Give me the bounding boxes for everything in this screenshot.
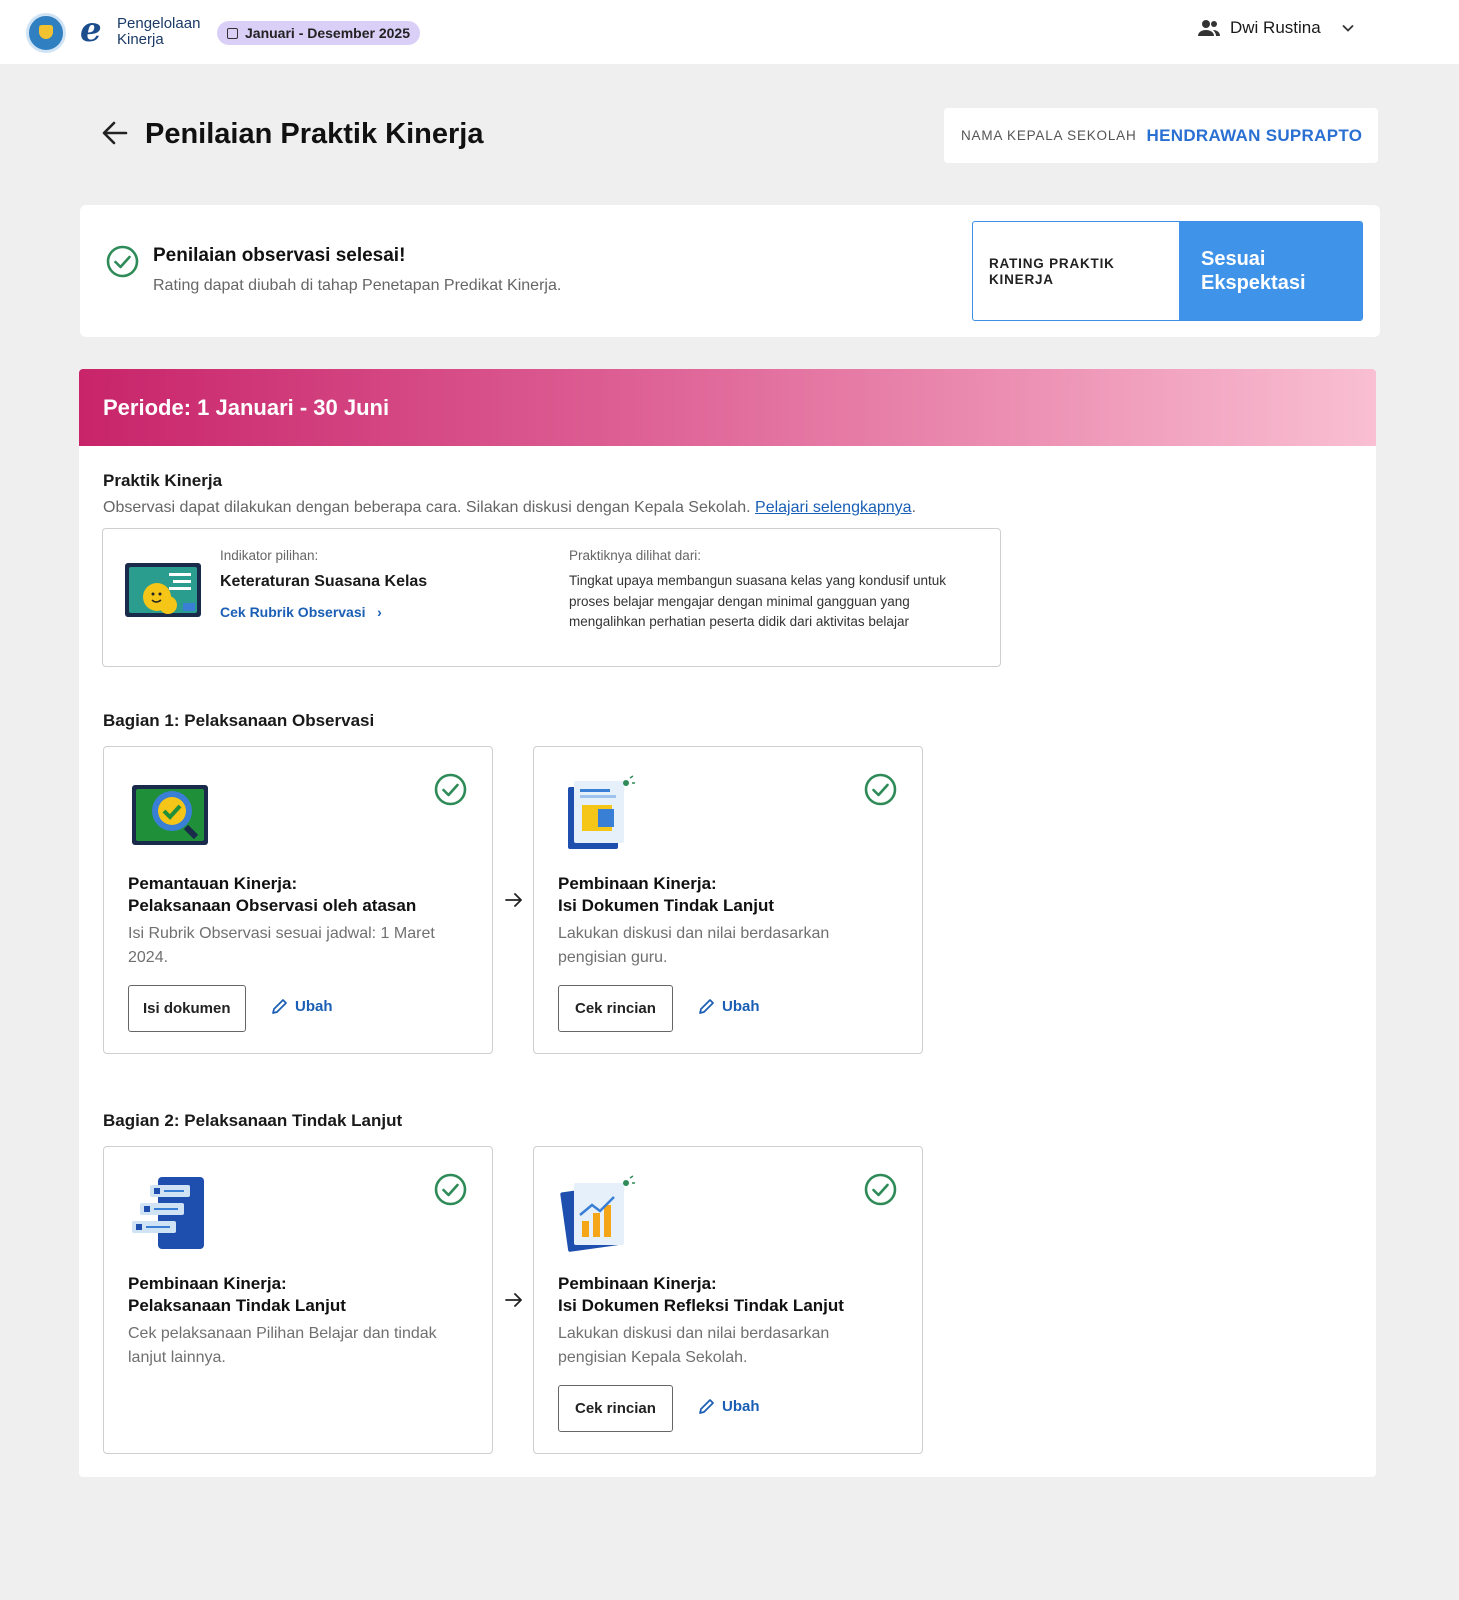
- bagian2-title: Bagian 2: Pelaksanaan Tindak Lanjut: [103, 1111, 403, 1130]
- edit-button[interactable]: Ubah: [698, 998, 760, 1015]
- ministry-emblem-icon: [26, 13, 66, 53]
- period-banner: Periode: 1 Januari - 30 Juni: [79, 369, 1376, 446]
- rating-value: Sesuai Ekspektasi: [1179, 222, 1362, 320]
- step-title-line1: Pembinaan Kinerja:: [128, 1274, 287, 1293]
- rubric-link[interactable]: Cek Rubrik Observasi ›: [220, 604, 382, 620]
- seen-label: Praktiknya dilihat dari:: [569, 548, 702, 563]
- period-banner-title: Periode: 1 Januari - 30 Juni: [103, 394, 390, 420]
- step-desc: Isi Rubrik Observasi sesuai jadwal: 1 Ma…: [128, 925, 435, 966]
- principal-info: NAMA KEPALA SEKOLAH HENDRAWAN SUPRAPTO: [944, 108, 1378, 163]
- check-circle-icon: [864, 773, 897, 806]
- calendar-icon: [227, 27, 238, 39]
- principal-name: HENDRAWAN SUPRAPTO: [1146, 125, 1363, 145]
- edit-label: Ubah: [722, 1398, 760, 1415]
- step-title-line2: Pelaksanaan Observasi oleh atasan: [128, 896, 417, 915]
- fill-document-button[interactable]: Isi dokumen: [128, 985, 246, 1032]
- step-title: Pemantauan Kinerja: Pelaksanaan Observas…: [128, 873, 478, 917]
- step-title-line2: Isi Dokumen Tindak Lanjut: [558, 896, 774, 915]
- arrow-right-icon: [505, 1293, 522, 1307]
- chevron-right-icon: ›: [369, 604, 382, 620]
- status-card: Penilaian observasi selesai! Rating dapa…: [80, 205, 1380, 337]
- period-badge[interactable]: Januari - Desember 2025: [217, 21, 420, 45]
- page-title: Penilaian Praktik Kinerja: [145, 118, 484, 150]
- step-title: Pembinaan Kinerja: Pelaksanaan Tindak La…: [128, 1273, 478, 1317]
- step-desc: Lakukan diskusi dan nilai berdasarkan pe…: [558, 1325, 830, 1366]
- seen-text: Tingkat upaya membangun suasana kelas ya…: [569, 573, 946, 629]
- step-title: Pembinaan Kinerja: Isi Dokumen Refleksi …: [558, 1273, 908, 1317]
- step-card-pemantauan: Pemantauan Kinerja: Pelaksanaan Observas…: [103, 746, 493, 1054]
- user-menu[interactable]: Dwi Rustina: [1198, 18, 1355, 38]
- edit-button[interactable]: Ubah: [271, 998, 333, 1015]
- step-card-dokumen-tindak-lanjut: Pembinaan Kinerja: Isi Dokumen Tindak La…: [533, 746, 923, 1054]
- step-title-line2: Isi Dokumen Refleksi Tindak Lanjut: [558, 1296, 844, 1315]
- praktik-title: Praktik Kinerja: [103, 471, 223, 490]
- rubric-link-label: Cek Rubrik Observasi: [220, 604, 366, 620]
- check-circle-icon: [106, 245, 139, 278]
- principal-label: NAMA KEPALA SEKOLAH: [961, 128, 1137, 143]
- step-title-line1: Pembinaan Kinerja:: [558, 1274, 717, 1293]
- pencil-icon: [699, 1399, 714, 1414]
- bagian1-title: Bagian 1: Pelaksanaan Observasi: [103, 711, 375, 730]
- observation-illustration-icon: [132, 785, 208, 845]
- check-details-button[interactable]: Cek rincian: [558, 1385, 673, 1432]
- brand-logo-icon: e: [80, 10, 102, 50]
- back-arrow-icon[interactable]: [100, 118, 130, 148]
- edit-label: Ubah: [295, 998, 333, 1015]
- arrow-right-icon: [505, 893, 522, 907]
- top-bar: e Pengelolaan Kinerja Januari - Desember…: [0, 0, 1459, 64]
- classroom-illustration-icon: [125, 563, 201, 617]
- step-card-refleksi-tindak-lanjut: Pembinaan Kinerja: Isi Dokumen Refleksi …: [533, 1146, 923, 1454]
- report-chart-illustration-icon: [560, 1175, 635, 1252]
- indicator-box: Indikator pilihan: Keteraturan Suasana K…: [102, 528, 1001, 667]
- rating-box: RATING PRAKTIK KINERJA Sesuai Ekspektasi: [972, 221, 1363, 321]
- status-title: Penilaian observasi selesai!: [153, 245, 406, 266]
- step-title-line1: Pembinaan Kinerja:: [558, 874, 717, 893]
- rating-label: RATING PRAKTIK KINERJA: [989, 256, 1115, 287]
- praktik-desc-text: Observasi dapat dilakukan dengan beberap…: [103, 499, 751, 516]
- brand-line1: Pengelolaan: [117, 15, 201, 32]
- step-desc: Cek pelaksanaan Pilihan Belajar dan tind…: [128, 1325, 437, 1366]
- edit-label: Ubah: [722, 998, 760, 1015]
- brand-line2: Kinerja: [117, 31, 164, 48]
- brand-title[interactable]: Pengelolaan Kinerja: [117, 16, 200, 48]
- document-illustration-icon: [568, 775, 635, 849]
- period-section: Periode: 1 Januari - 30 Juni Praktik Kin…: [79, 369, 1376, 1477]
- step-title: Pembinaan Kinerja: Isi Dokumen Tindak La…: [558, 873, 908, 917]
- status-subtitle: Rating dapat diubah di tahap Penetapan P…: [153, 277, 562, 294]
- user-name: Dwi Rustina: [1230, 18, 1321, 37]
- indicator-label: Indikator pilihan:: [220, 548, 319, 563]
- check-details-button[interactable]: Cek rincian: [558, 985, 673, 1032]
- indicator-name: Keteraturan Suasana Kelas: [220, 573, 428, 590]
- step-title-line2: Pelaksanaan Tindak Lanjut: [128, 1296, 346, 1315]
- check-circle-icon: [434, 773, 467, 806]
- step-title-line1: Pemantauan Kinerja:: [128, 874, 298, 893]
- praktik-desc: Observasi dapat dilakukan dengan beberap…: [103, 499, 917, 516]
- pencil-icon: [699, 999, 714, 1014]
- period-badge-label: Januari - Desember 2025: [245, 25, 410, 41]
- learn-more-link[interactable]: Pelajari selengkapnya: [755, 499, 912, 516]
- step-desc: Lakukan diskusi dan nilai berdasarkan pe…: [558, 925, 830, 966]
- edit-button[interactable]: Ubah: [698, 1398, 760, 1415]
- step-card-pelaksanaan-tindak-lanjut: Pembinaan Kinerja: Pelaksanaan Tindak La…: [103, 1146, 493, 1454]
- pencil-icon: [272, 999, 287, 1014]
- checklist-illustration-icon: [132, 1177, 204, 1249]
- check-circle-icon: [864, 1173, 897, 1206]
- chevron-down-icon: [1342, 24, 1354, 32]
- check-circle-icon: [434, 1173, 467, 1206]
- user-group-icon: [1198, 20, 1220, 36]
